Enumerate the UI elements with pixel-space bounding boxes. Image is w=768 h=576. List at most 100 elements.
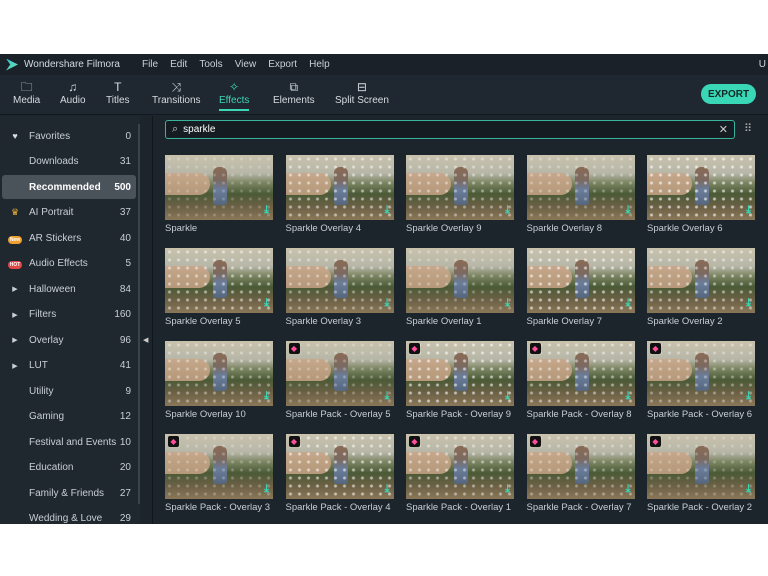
effect-thumbnail[interactable]: ◆ ⤓ [285,434,394,499]
sidebar-item-festival-and-events[interactable]: Festival and Events 10 [2,430,136,454]
sidebar-item-wedding-love[interactable]: Wedding & Love 29 [2,507,136,531]
effect-card[interactable]: ⤓ Sparkle Overlay 5 [165,248,275,327]
menu-file[interactable]: File [142,59,158,70]
search-input[interactable] [183,124,719,135]
download-icon[interactable]: ⤓ [385,390,390,403]
sidebar-item-favorites[interactable]: ♥ Favorites 0 [2,124,136,148]
tab-effects[interactable]: ✧ Effects [219,79,249,111]
effect-card[interactable]: ⤓ Sparkle Overlay 10 [165,341,275,420]
effect-thumbnail[interactable]: ◆ ⤓ [526,341,635,406]
effect-thumbnail[interactable]: ⤓ [406,248,514,313]
download-icon[interactable]: ⤓ [264,204,269,217]
effect-thumbnail[interactable]: ◆ ⤓ [165,434,273,499]
clear-search-icon[interactable]: ✕ [719,123,728,136]
expand-arrow-icon[interactable]: ▶ [6,285,24,293]
effect-card[interactable]: ◆ ⤓ Sparkle Pack - Overlay 7 [526,434,637,513]
tab-titles[interactable]: T Titles [106,79,130,106]
sidebar-item-gaming[interactable]: Gaming 12 [2,405,136,429]
effect-thumbnail[interactable]: ◆ ⤓ [647,341,755,406]
menu-help[interactable]: Help [309,59,330,70]
effect-card[interactable]: ◆ ⤓ Sparkle Pack - Overlay 9 [406,341,516,420]
tab-split-screen[interactable]: ⊟ Split Screen [335,79,389,106]
effect-card[interactable]: ◆ ⤓ Sparkle Pack - Overlay 1 [406,434,516,513]
effect-card[interactable]: ⤓ Sparkle Overlay 4 [285,155,396,234]
sidebar-item-ar-stickers[interactable]: New AR Stickers 40 [2,226,136,250]
effect-thumbnail[interactable]: ⤓ [526,155,635,220]
effect-card[interactable]: ⤓ Sparkle Overlay 3 [285,248,396,327]
download-icon[interactable]: ⤓ [626,483,631,496]
effect-thumbnail[interactable]: ◆ ⤓ [526,434,635,499]
download-icon[interactable]: ⤓ [626,390,631,403]
sidebar-item-ai-portrait[interactable]: ♛ AI Portrait 37 [2,201,136,225]
download-icon[interactable]: ⤓ [264,297,269,310]
effect-thumbnail[interactable]: ⤓ [647,248,755,313]
sidebar-item-downloads[interactable]: Downloads 31 [2,150,136,174]
download-icon[interactable]: ⤓ [385,204,390,217]
effect-card[interactable]: ◆ ⤓ Sparkle Pack - Overlay 3 [165,434,275,513]
grid-view-icon[interactable]: ⠿ [744,122,752,135]
download-icon[interactable]: ⤓ [385,297,390,310]
effect-thumbnail[interactable]: ⤓ [165,341,273,406]
menu-view[interactable]: View [235,59,257,70]
download-icon[interactable]: ⤓ [746,297,751,310]
menu-edit[interactable]: Edit [170,59,187,70]
download-icon[interactable]: ⤓ [746,390,751,403]
effect-card[interactable]: ◆ ⤓ Sparkle Pack - Overlay 5 [285,341,396,420]
collapse-sidebar-icon[interactable]: ◀ [143,336,148,344]
effect-card[interactable]: ◆ ⤓ Sparkle Pack - Overlay 2 [647,434,757,513]
sidebar-item-audio-effects[interactable]: HOT Audio Effects 5 [2,252,136,276]
download-icon[interactable]: ⤓ [746,483,751,496]
effect-card[interactable]: ◆ ⤓ Sparkle Pack - Overlay 8 [526,341,637,420]
download-icon[interactable]: ⤓ [505,483,510,496]
download-icon[interactable]: ⤓ [505,204,510,217]
effect-card[interactable]: ⤓ Sparkle Overlay 8 [526,155,637,234]
expand-arrow-icon[interactable]: ▶ [6,311,24,319]
download-icon[interactable]: ⤓ [746,204,751,217]
download-icon[interactable]: ⤓ [264,390,269,403]
effect-thumbnail[interactable]: ⤓ [526,248,635,313]
effect-thumbnail[interactable]: ⤓ [285,248,394,313]
effect-thumbnail[interactable]: ◆ ⤓ [285,341,394,406]
sidebar-item-filters[interactable]: ▶ Filters 160 [2,303,136,327]
tab-audio[interactable]: ♫ Audio [60,79,86,106]
download-icon[interactable]: ⤓ [505,390,510,403]
download-icon[interactable]: ⤓ [385,483,390,496]
sidebar-item-recommended[interactable]: Recommended 500 [2,175,136,199]
sidebar-item-overlay[interactable]: ▶ Overlay 96 [2,328,136,352]
sidebar-item-utility[interactable]: Utility 9 [2,379,136,403]
tab-elements[interactable]: ⧉ Elements [273,79,315,106]
effect-thumbnail[interactable]: ⤓ [406,155,514,220]
effect-card[interactable]: ⤓ Sparkle Overlay 6 [647,155,757,234]
effect-thumbnail[interactable]: ◆ ⤓ [647,434,755,499]
effect-thumbnail[interactable]: ⤓ [285,155,394,220]
export-button[interactable]: EXPORT [701,84,756,104]
download-icon[interactable]: ⤓ [626,297,631,310]
download-icon[interactable]: ⤓ [505,297,510,310]
download-icon[interactable]: ⤓ [264,483,269,496]
effect-thumbnail[interactable]: ◆ ⤓ [406,434,514,499]
menu-export[interactable]: Export [268,59,297,70]
effect-card[interactable]: ⤓ Sparkle Overlay 2 [647,248,757,327]
effect-thumbnail[interactable]: ⤓ [165,155,273,220]
expand-arrow-icon[interactable]: ▶ [6,336,24,344]
user-account[interactable]: U [759,59,766,70]
effect-card[interactable]: ⤓ Sparkle [165,155,275,234]
download-icon[interactable]: ⤓ [626,204,631,217]
effect-thumbnail[interactable]: ◆ ⤓ [406,341,514,406]
tab-media[interactable]: 🗀 Media [13,79,40,106]
panel-divider[interactable] [152,116,153,524]
menu-tools[interactable]: Tools [199,59,222,70]
effect-card[interactable]: ◆ ⤓ Sparkle Pack - Overlay 6 [647,341,757,420]
sidebar-item-education[interactable]: Education 20 [2,456,136,480]
sidebar-item-lut[interactable]: ▶ LUT 41 [2,354,136,378]
sidebar-scrollbar[interactable] [138,124,140,504]
tab-transitions[interactable]: ⤨ Transitions [152,79,201,106]
expand-arrow-icon[interactable]: ▶ [6,362,24,370]
effect-card[interactable]: ⤓ Sparkle Overlay 1 [406,248,516,327]
effect-card[interactable]: ⤓ Sparkle Overlay 9 [406,155,516,234]
effect-thumbnail[interactable]: ⤓ [165,248,273,313]
effect-thumbnail[interactable]: ⤓ [647,155,755,220]
sidebar-item-family-friends[interactable]: Family & Friends 27 [2,481,136,505]
sidebar-item-halloween[interactable]: ▶ Halloween 84 [2,277,136,301]
effect-card[interactable]: ◆ ⤓ Sparkle Pack - Overlay 4 [285,434,396,513]
